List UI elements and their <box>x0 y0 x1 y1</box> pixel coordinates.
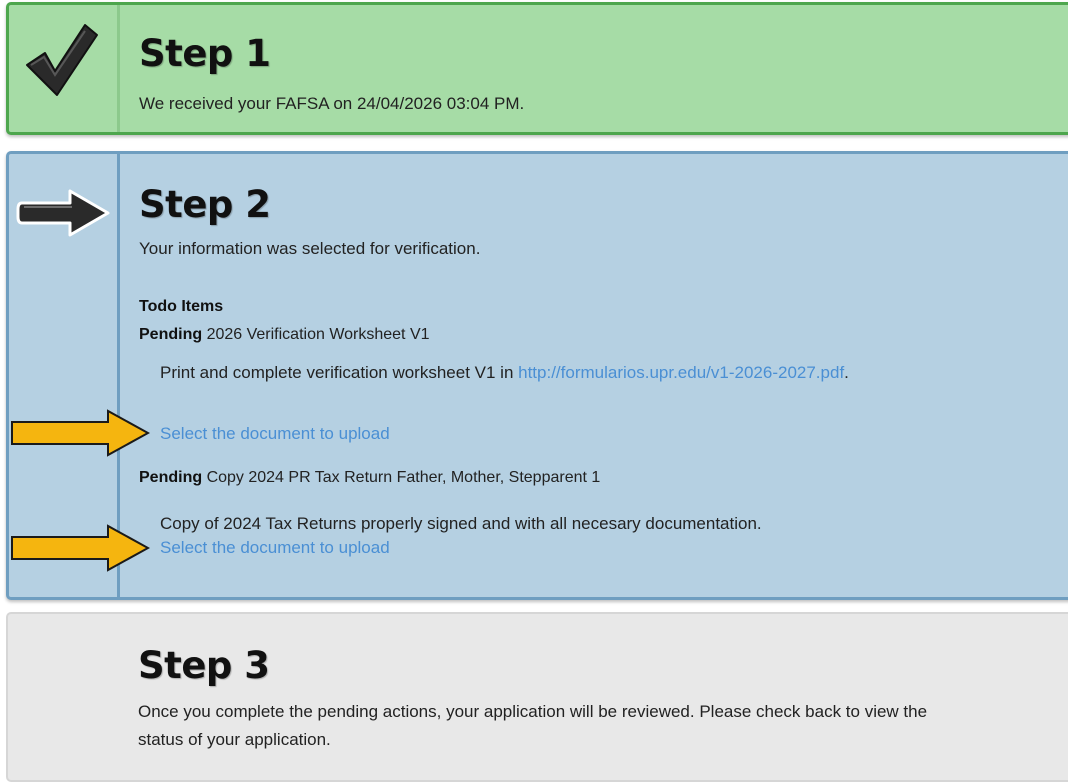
upload-worksheet-link[interactable]: Select the document to upload <box>160 424 390 444</box>
todo-item-2-status: Pending <box>139 469 203 486</box>
yellow-arrow-icon <box>11 409 150 457</box>
todo-item-1-status: Pending <box>139 326 203 343</box>
step-1-gutter <box>9 5 120 132</box>
todo-item-1-name: 2026 Verification Worksheet V1 <box>206 326 430 343</box>
step-3-panel: Step 3 Once you complete the pending act… <box>6 612 1068 782</box>
step-2-title: Step 2 <box>139 183 271 226</box>
step-1-description: We received your FAFSA on 24/04/2026 03:… <box>139 94 525 113</box>
step-3-description: Once you complete the pending actions, y… <box>138 702 928 749</box>
todo-item-1-text-after: . <box>844 363 849 382</box>
step-2-panel: Step 2 Your information was selected for… <box>6 151 1068 600</box>
todo-item-2-instructions: Copy of 2024 Tax Returns properly signed… <box>160 514 762 533</box>
step-3-title: Step 3 <box>138 644 270 687</box>
right-arrow-icon <box>16 189 110 237</box>
step-1-title: Step 1 <box>139 32 271 75</box>
step-1-panel: Step 1 We received your FAFSA on 24/04/2… <box>6 2 1068 135</box>
upload-tax-return-link[interactable]: Select the document to upload <box>160 538 390 558</box>
todo-item-1-header: Pending 2026 Verification Worksheet V1 <box>139 326 430 344</box>
worksheet-pdf-link[interactable]: http://formularios.upr.edu/v1-2026-2027.… <box>518 363 844 382</box>
todo-item-2-header: Pending Copy 2024 PR Tax Return Father, … <box>139 469 600 487</box>
step-2-description: Your information was selected for verifi… <box>139 239 481 258</box>
todo-heading: Todo Items <box>139 298 224 315</box>
yellow-arrow-icon <box>11 524 150 572</box>
checkmark-icon <box>26 24 98 96</box>
todo-item-2-name: Copy 2024 PR Tax Return Father, Mother, … <box>206 469 601 486</box>
todo-item-1-text-before: Print and complete verification workshee… <box>160 363 519 382</box>
todo-item-1-instructions: Print and complete verification workshee… <box>160 359 940 386</box>
